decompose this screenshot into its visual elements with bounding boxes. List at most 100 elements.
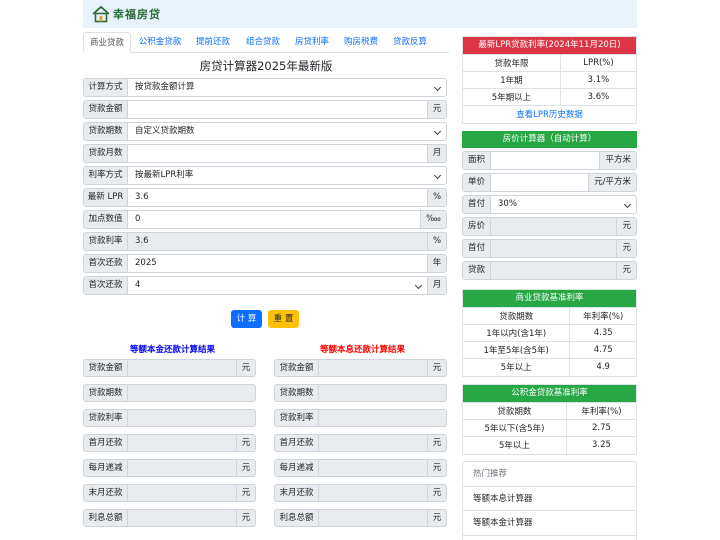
calculate-button[interactable]: 计 算 xyxy=(231,310,262,328)
logo-text: 幸福房贷 xyxy=(113,8,161,21)
lpr-history-link[interactable]: 查看LPR历史数据 xyxy=(463,105,636,123)
unit-price-input[interactable] xyxy=(491,173,590,192)
result-row: 贷款期数 xyxy=(274,384,447,402)
unit-label: 元 xyxy=(428,434,447,452)
calc-method-select[interactable]: 按贷款金额计算 xyxy=(128,78,447,97)
table-cell: 1年至5年(含5年) xyxy=(463,341,570,359)
unit-label: 元 xyxy=(617,261,637,280)
lpr-rate-card: 最新LPR贷款利率(2024年11月20日) 贷款年限 LPR(%) 1年期 3.1… xyxy=(462,36,637,124)
unit-label: % xyxy=(428,232,447,251)
tab-loan-reverse[interactable]: 贷款反算 xyxy=(386,32,434,53)
table-cell: 4.9 xyxy=(569,358,636,376)
loan-term-select[interactable]: 自定义贷款期数 xyxy=(128,122,447,141)
result-label: 末月还款 xyxy=(83,484,128,502)
unit-price-row: 单价 元/平方米 xyxy=(462,173,637,192)
table-cell: 2.75 xyxy=(565,419,636,437)
result-label: 贷款金额 xyxy=(274,359,319,377)
loan-months-input[interactable] xyxy=(128,144,428,163)
down-payment-ratio-select[interactable]: 30% xyxy=(491,195,637,214)
page-title: 房贷计算器2025年最新版 xyxy=(199,59,333,73)
result-label: 首月还款 xyxy=(274,434,319,452)
tab-commercial-loan[interactable]: 商业贷款 xyxy=(83,32,131,53)
result-value xyxy=(128,509,237,527)
principal-result-title: 等额本金还款计算结果 xyxy=(130,345,216,355)
tab-combined-loan[interactable]: 组合贷款 xyxy=(239,32,287,53)
unit-label: 元 xyxy=(428,459,447,477)
result-value xyxy=(319,459,428,477)
field-label: 最新 LPR xyxy=(83,188,128,207)
first-payment-year-input[interactable]: 2025 xyxy=(128,254,428,273)
result-value xyxy=(319,484,428,502)
first-payment-year-row: 首次还款 2025 年 xyxy=(83,254,447,273)
field-label: 贷款 xyxy=(462,261,491,280)
result-value xyxy=(319,434,428,452)
lpr-input[interactable]: 3.6 xyxy=(128,188,428,207)
result-value xyxy=(319,409,447,427)
unit-label: ‱ xyxy=(421,210,447,229)
field-label: 首付 xyxy=(462,239,491,258)
table-row: 5年以上 4.9 xyxy=(463,358,636,376)
field-label: 面积 xyxy=(462,151,491,170)
result-value xyxy=(128,459,237,477)
table-header: 贷款期数 xyxy=(463,307,570,325)
loan-rate-output: 3.6 xyxy=(128,232,428,251)
basis-points-input[interactable]: 0 xyxy=(128,210,421,229)
interest-result-title: 等额本息还款计算结果 xyxy=(320,345,406,355)
unit-label: 元 xyxy=(237,459,256,477)
unit-label: 元 xyxy=(428,509,447,527)
first-payment-month-select[interactable]: 4 xyxy=(128,276,428,295)
result-row: 每月递减 元 xyxy=(83,459,256,477)
recommend-list: 热门推荐 等额本息计算器 等额本金计算器 xyxy=(462,461,637,540)
table-cell: 4.35 xyxy=(569,324,636,342)
result-row: 每月递减 元 xyxy=(274,459,447,477)
tab-purchase-tax[interactable]: 购房税费 xyxy=(337,32,385,53)
unit-label: 平方米 xyxy=(600,151,637,170)
result-label: 贷款金额 xyxy=(83,359,128,377)
result-row: 贷款金额 元 xyxy=(83,359,256,377)
loan-months-row: 贷款月数 月 xyxy=(83,144,447,163)
down-payment-row: 首付 元 xyxy=(462,239,637,258)
field-label: 计算方式 xyxy=(83,78,128,97)
result-label: 每月递减 xyxy=(274,459,319,477)
table-row: 5年期以上 3.6% xyxy=(463,88,636,106)
recommend-item-equal-principal[interactable]: 等额本金计算器 xyxy=(463,511,636,536)
tab-fund-loan[interactable]: 公积金贷款 xyxy=(133,32,187,53)
result-value xyxy=(128,384,256,402)
table-row: 1年至5年(含5年) 4.75 xyxy=(463,341,636,359)
result-row: 末月还款 元 xyxy=(274,484,447,502)
commercial-rate-card: 商业贷款基准利率 贷款期数 年利率(%) 1年以内(含1年) 4.35 1年至5年(… xyxy=(462,289,637,377)
down-payment-output xyxy=(491,239,618,258)
unit-label: 元 xyxy=(617,217,637,236)
loan-amount-input[interactable] xyxy=(128,100,428,119)
result-label: 贷款利率 xyxy=(274,409,319,427)
unit-label: 月 xyxy=(428,276,447,295)
house-price-output xyxy=(491,217,618,236)
area-input[interactable] xyxy=(491,151,601,170)
tab-prepayment[interactable]: 提前还款 xyxy=(189,32,237,53)
recommend-title: 热门推荐 xyxy=(463,462,636,487)
result-value xyxy=(319,384,447,402)
table-row: 5年以下(含5年) 2.75 xyxy=(463,419,636,437)
site-logo[interactable]: 幸福房贷 xyxy=(91,4,171,24)
reset-button[interactable]: 重 置 xyxy=(268,310,299,328)
recommend-item-equal-installment[interactable]: 等额本息计算器 xyxy=(463,487,636,511)
calc-method-row: 计算方式 按贷款金额计算 xyxy=(83,78,447,97)
loan-output-row: 贷款 元 xyxy=(462,261,637,280)
result-label: 利息总额 xyxy=(274,509,319,527)
loan-output xyxy=(491,261,618,280)
unit-label: 元/平方米 xyxy=(589,173,637,192)
rate-method-select[interactable]: 按最新LPR利率 xyxy=(128,166,447,185)
result-label: 末月还款 xyxy=(274,484,319,502)
fund-rate-title: 公积金贷款基准利率 xyxy=(463,385,636,402)
result-row: 利息总额 元 xyxy=(274,509,447,527)
table-row: 1年以内(含1年) 4.35 xyxy=(463,324,636,342)
result-row: 贷款期数 xyxy=(83,384,256,402)
field-label: 加点数值 xyxy=(83,210,128,229)
basis-points-row: 加点数值 0 ‱ xyxy=(83,210,447,229)
result-row: 贷款利率 xyxy=(83,409,256,427)
result-label: 每月递减 xyxy=(83,459,128,477)
unit-label: 元 xyxy=(428,359,447,377)
tab-loan-rates[interactable]: 房贷利率 xyxy=(288,32,336,53)
unit-label: 元 xyxy=(237,509,256,527)
table-cell: 1年期 xyxy=(463,71,561,89)
